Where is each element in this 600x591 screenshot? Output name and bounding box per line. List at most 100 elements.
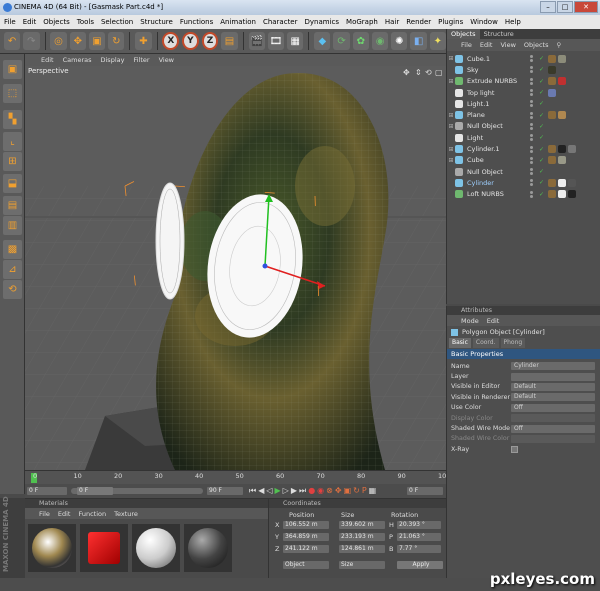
visibility-dots-icon[interactable] [523, 168, 539, 176]
object-row[interactable]: ⊞ Cube ✓ [447, 155, 600, 166]
menu-character[interactable]: Character [263, 18, 298, 26]
visibility-dots-icon[interactable] [523, 190, 539, 198]
visibility-dots-icon[interactable] [523, 55, 539, 63]
enabled-check-icon[interactable]: ✓ [539, 134, 544, 141]
light-icon[interactable]: ✦ [429, 32, 446, 50]
object-row[interactable]: Cylinder ✓ [447, 177, 600, 188]
tag-icon[interactable] [568, 145, 577, 154]
previous-key-icon[interactable]: ◀ [258, 486, 264, 496]
menu-selection[interactable]: Selection [101, 18, 133, 26]
autokey-icon[interactable]: ◉ [317, 486, 324, 496]
visibility-dots-icon[interactable] [523, 179, 539, 187]
size-field[interactable]: 339.602 m [339, 521, 385, 529]
array-icon[interactable]: ✿ [352, 32, 369, 50]
enable-axis-icon[interactable]: ▤ [3, 196, 22, 215]
tag-icon[interactable] [548, 145, 557, 154]
objects-menu-objects[interactable]: Objects [524, 41, 549, 49]
menu-mograph[interactable]: MoGraph [346, 18, 378, 26]
visibility-dots-icon[interactable] [523, 156, 539, 164]
render-settings-icon[interactable]: ▦ [287, 32, 304, 50]
menu-hair[interactable]: Hair [385, 18, 399, 26]
menu-tools[interactable]: Tools [77, 18, 94, 26]
attr-tab-phong[interactable]: Phong [500, 338, 526, 348]
attributes-menu-mode[interactable]: Mode [461, 317, 479, 325]
rotation-field[interactable]: 21.063 ° [397, 533, 441, 541]
parameter-key-icon[interactable]: P [362, 486, 367, 496]
material-swatch-white[interactable] [132, 524, 180, 572]
materials-menu-function[interactable]: Function [78, 510, 106, 518]
visibility-dots-icon[interactable] [523, 122, 539, 130]
enabled-check-icon[interactable]: ✓ [539, 168, 544, 175]
use-edge-tool-icon[interactable]: ⊞ [3, 152, 22, 171]
tag-icon[interactable] [558, 190, 567, 199]
viewport-menu-cameras[interactable]: Cameras [63, 56, 92, 64]
end-frame-field[interactable]: 90 F [207, 487, 243, 495]
viewport-menu-display[interactable]: Display [101, 56, 125, 64]
tag-icon[interactable] [558, 178, 567, 187]
z-axis-lock-button[interactable]: Z [201, 32, 219, 50]
visibility-dots-icon[interactable] [523, 77, 539, 85]
menu-functions[interactable]: Functions [180, 18, 213, 26]
enabled-check-icon[interactable]: ✓ [539, 66, 544, 73]
visibility-dots-icon[interactable] [523, 89, 539, 97]
attribute-value-field[interactable] [511, 414, 595, 423]
rotate-icon[interactable]: ↻ [108, 32, 125, 50]
live-selection-icon[interactable]: ◎ [50, 32, 67, 50]
attribute-value-field[interactable] [511, 372, 595, 381]
tag-icon[interactable] [548, 65, 557, 74]
attr-tab-coord[interactable]: Coord. [472, 338, 499, 348]
tag-icon[interactable] [558, 54, 567, 63]
tag-icon[interactable] [568, 178, 577, 187]
next-key-icon[interactable]: ▶ [291, 486, 297, 496]
enabled-check-icon[interactable]: ✓ [539, 123, 544, 130]
move-icon[interactable]: ✥ [69, 32, 86, 50]
attribute-value-field[interactable]: Default [511, 393, 595, 402]
xray-checkbox[interactable] [511, 445, 518, 453]
expand-toggle-icon[interactable]: ⊞ [447, 112, 455, 119]
deformer-icon[interactable]: ◉ [371, 32, 389, 50]
previous-frame-icon[interactable]: ◁ [266, 486, 272, 496]
cube-primitive-icon[interactable]: ◆ [314, 32, 331, 50]
render-picture-viewer-icon[interactable]: 🎞 [267, 32, 285, 50]
coordinate-system-icon[interactable]: ▤ [221, 32, 238, 50]
viewport-menu-view[interactable]: View [159, 56, 174, 64]
go-to-start-icon[interactable]: ⏮ [249, 486, 256, 496]
redo-icon[interactable]: ↷ [23, 32, 40, 50]
attribute-value-field[interactable]: Off [511, 403, 595, 412]
object-row[interactable]: ⊞ Cube.1 ✓ [447, 53, 600, 64]
use-point-tool-icon[interactable]: ⌞ [3, 132, 22, 151]
coordinate-mode-select[interactable]: Object [283, 561, 329, 569]
menu-edit[interactable]: Edit [23, 18, 37, 26]
expand-toggle-icon[interactable]: ⊞ [447, 123, 455, 130]
search-icon[interactable]: ⚲ [556, 41, 561, 49]
tag-icon[interactable] [548, 77, 557, 86]
start-frame-field[interactable]: 0 F [77, 487, 113, 495]
enabled-check-icon[interactable]: ✓ [539, 146, 544, 153]
enabled-check-icon[interactable]: ✓ [539, 100, 544, 107]
basic-properties-section[interactable]: Basic Properties [447, 349, 600, 359]
keyframe-selection-icon[interactable]: ⊗ [326, 486, 333, 496]
materials-menu-file[interactable]: File [39, 510, 50, 518]
expand-toggle-icon[interactable]: ⊞ [447, 78, 455, 85]
camera-icon[interactable]: ◧ [410, 32, 427, 50]
menu-animation[interactable]: Animation [220, 18, 256, 26]
material-swatch-red[interactable] [80, 524, 128, 572]
nurbs-icon[interactable]: ⟳ [333, 32, 350, 50]
object-row[interactable]: Top light ✓ [447, 87, 600, 98]
tag-icon[interactable] [548, 178, 557, 187]
enabled-check-icon[interactable]: ✓ [539, 179, 544, 186]
render-view-icon[interactable]: 🎬 [248, 32, 265, 50]
menu-file[interactable]: File [4, 18, 16, 26]
objects-menu-view[interactable]: View [500, 41, 515, 49]
size-field[interactable]: 124.861 m [339, 545, 385, 553]
texture-axis-icon[interactable]: ▥ [3, 216, 22, 235]
enabled-check-icon[interactable]: ✓ [539, 78, 544, 85]
enabled-check-icon[interactable]: ✓ [539, 191, 544, 198]
material-swatch-chrome[interactable] [28, 524, 76, 572]
rotation-field[interactable]: 20.393 ° [397, 521, 441, 529]
tab-structure[interactable]: Structure [480, 29, 518, 39]
attr-tab-basic[interactable]: Basic [449, 338, 471, 348]
materials-menu-texture[interactable]: Texture [114, 510, 138, 518]
menu-dynamics[interactable]: Dynamics [305, 18, 340, 26]
position-key-icon[interactable]: ✥ [335, 486, 342, 496]
